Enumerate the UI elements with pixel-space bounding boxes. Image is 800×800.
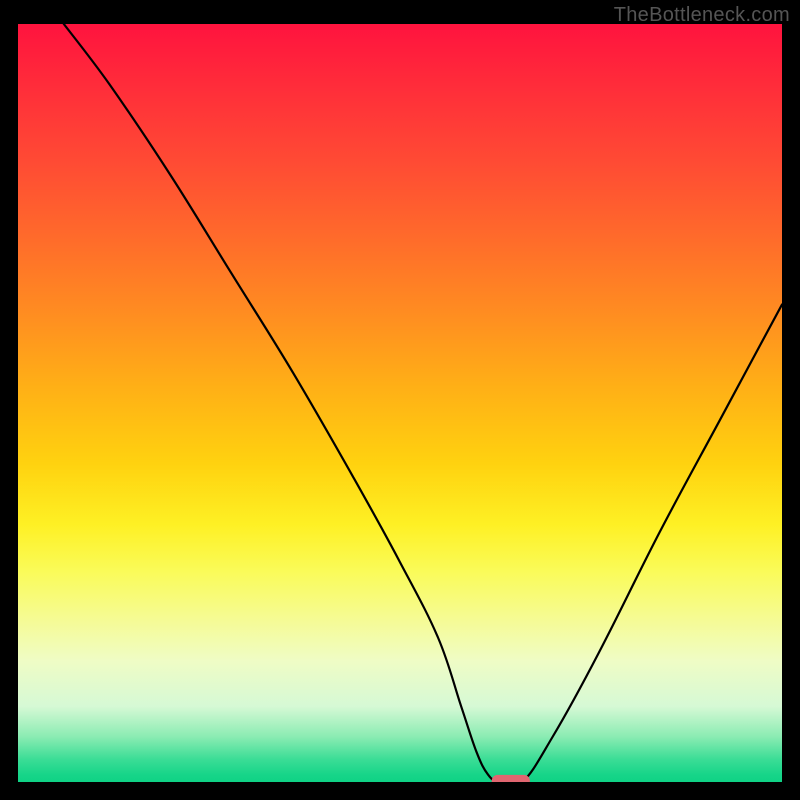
curve-layer bbox=[18, 24, 782, 782]
optimal-marker bbox=[492, 775, 530, 782]
watermark-label: TheBottleneck.com bbox=[614, 4, 790, 27]
plot-area bbox=[18, 24, 782, 782]
chart-frame: TheBottleneck.com bbox=[0, 0, 800, 800]
bottleneck-curve-path bbox=[64, 24, 782, 782]
